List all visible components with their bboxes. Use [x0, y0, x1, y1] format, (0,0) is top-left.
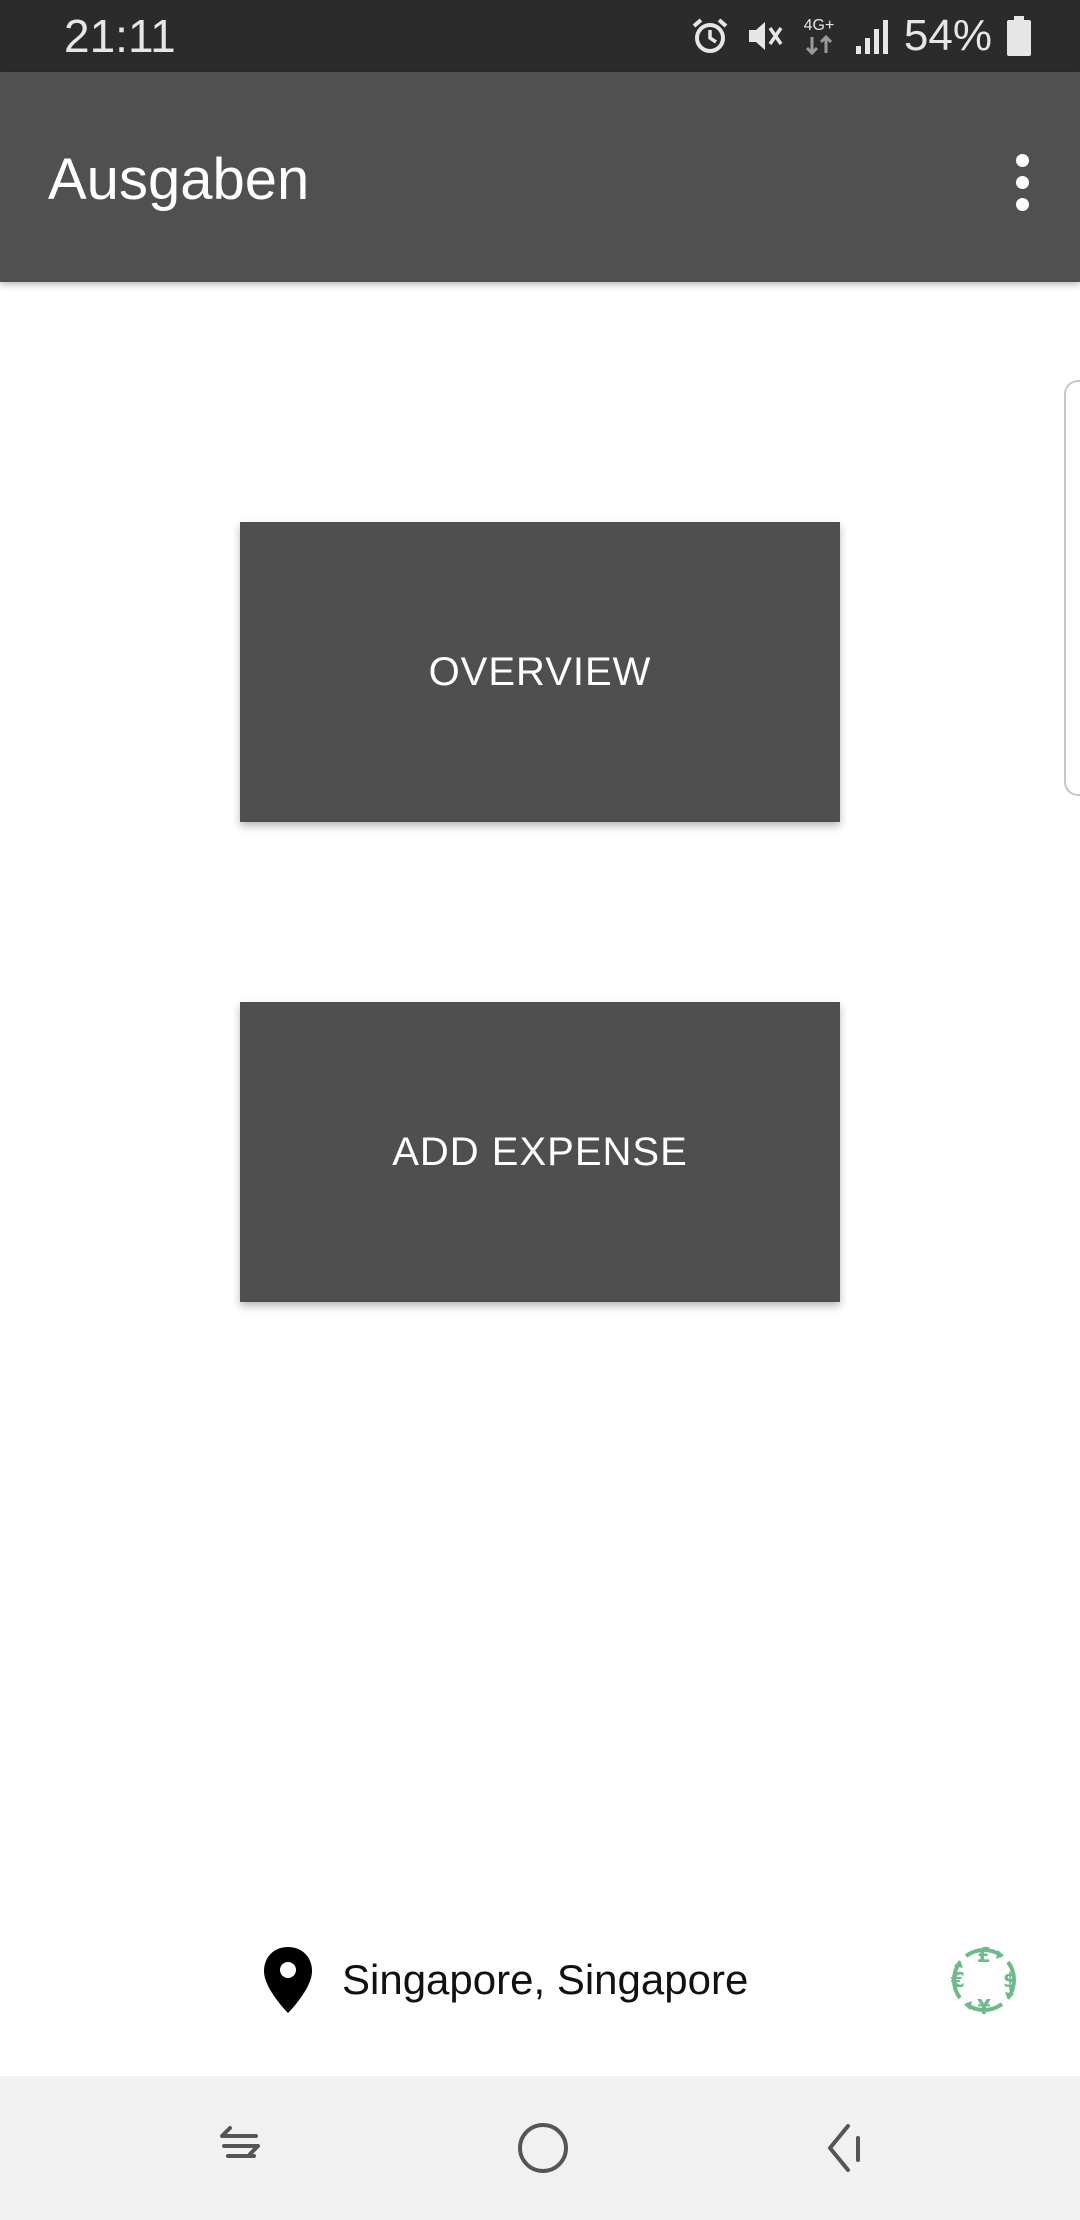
overview-button[interactable]: OVERVIEW — [240, 522, 840, 822]
alarm-icon — [692, 18, 728, 53]
status-icons: 4G+ 54% — [690, 10, 1032, 62]
mute-icon — [748, 22, 783, 50]
home-icon[interactable] — [507, 2112, 579, 2184]
network-type-label: 4G+ — [804, 17, 835, 34]
location-row: Singapore, Singapore — [262, 1930, 748, 2030]
more-vert-icon[interactable] — [994, 142, 1050, 222]
app-title: Ausgaben — [48, 147, 310, 212]
status-time: 21:11 — [64, 10, 176, 62]
recent-apps-icon[interactable] — [204, 2112, 276, 2184]
4g-data-icon: 4G+ — [804, 17, 835, 56]
back-icon[interactable] — [808, 2112, 880, 2184]
svg-text:¥: ¥ — [977, 1995, 991, 2019]
svg-text:$: $ — [1003, 1968, 1017, 1992]
svg-text:€: € — [950, 1968, 965, 1992]
edge-panel-handle[interactable] — [1064, 380, 1080, 796]
status-bar: 21:11 4G+ 54% — [0, 0, 1080, 72]
signal-icon — [855, 20, 888, 54]
battery-percentage: 54% — [903, 11, 992, 60]
add-expense-button[interactable]: ADD EXPENSE — [240, 1002, 840, 1302]
location-pin-icon — [264, 1947, 312, 2013]
battery-icon — [1007, 16, 1031, 56]
app-bar: Ausgaben — [0, 72, 1080, 282]
svg-text:£: £ — [977, 1943, 991, 1967]
navigation-bar — [0, 2076, 1080, 2220]
location-text: Singapore, Singapore — [342, 1956, 749, 2003]
currency-exchange-icon[interactable]: £ $ ¥ € — [944, 1940, 1024, 2020]
